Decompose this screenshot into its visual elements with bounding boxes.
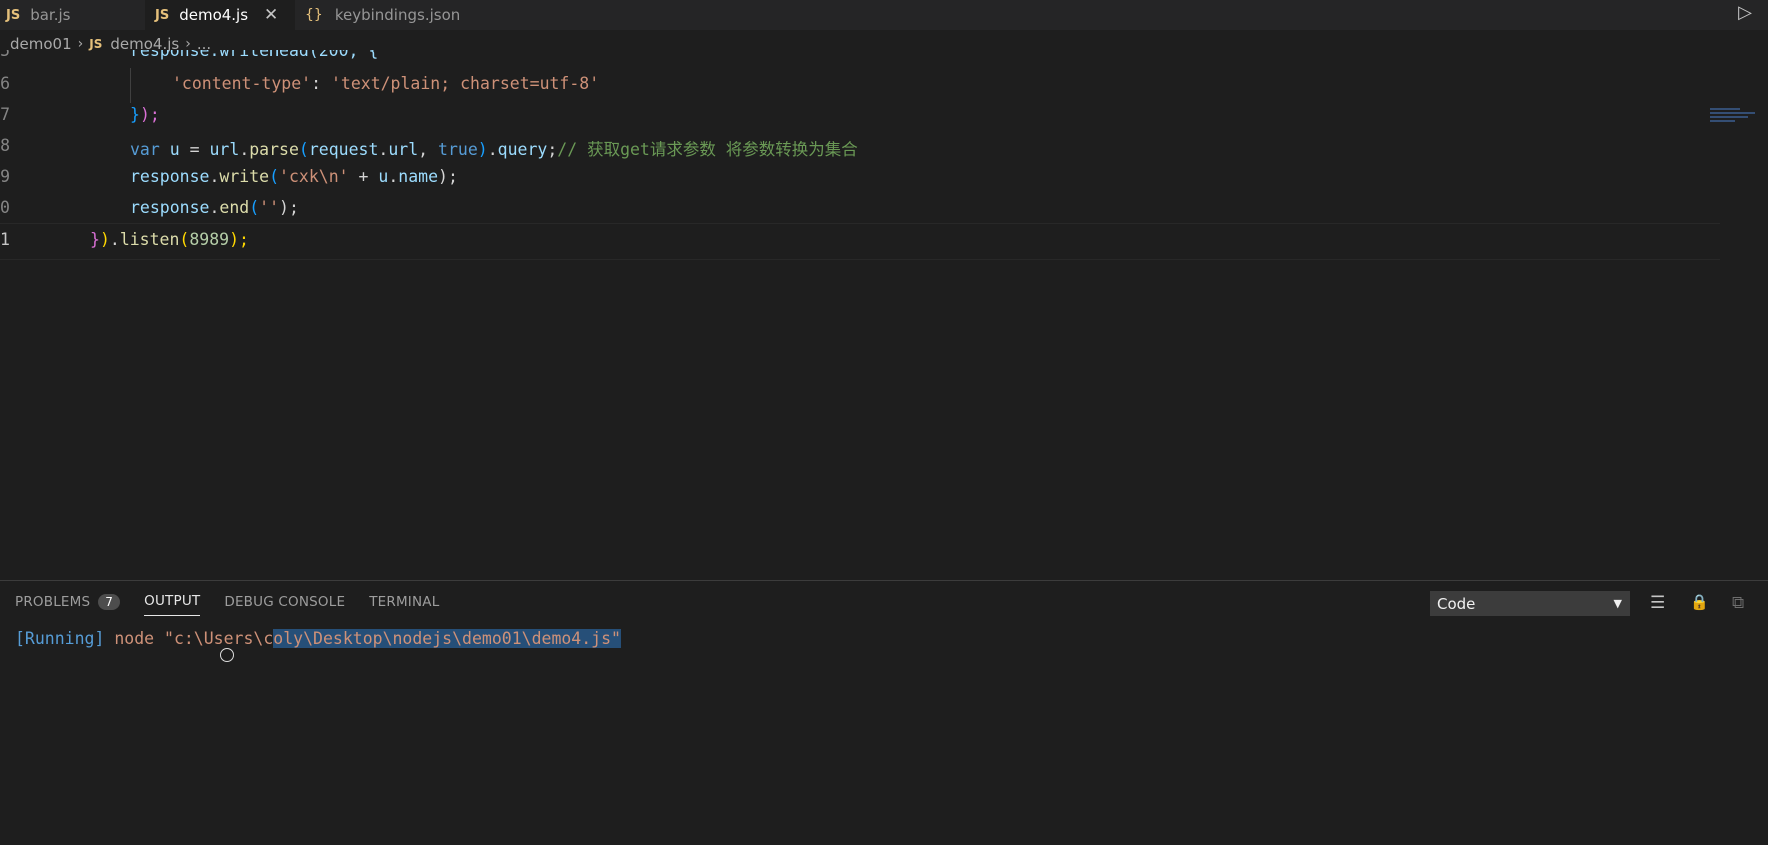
line-number: 9	[0, 167, 10, 186]
output-channel-select[interactable]: Code ▼	[1430, 591, 1630, 616]
code-line: 10 response.end('');	[0, 192, 1720, 227]
tab-label: PROBLEMS	[15, 593, 91, 610]
code-token: );	[139, 105, 160, 124]
code-token: 'text/plain; charset=utf-8'	[330, 74, 600, 93]
run-icon[interactable]: ▷	[1738, 2, 1752, 23]
code-token: .	[109, 230, 120, 249]
code-token: url	[388, 140, 419, 159]
code-token: .	[209, 198, 220, 217]
tab-keybindings-json[interactable]: {} keybindings.json	[303, 0, 485, 30]
tab-terminal[interactable]: TERMINAL	[369, 594, 439, 616]
code-token: .	[487, 140, 498, 159]
code-token: )	[477, 140, 488, 159]
code-token: end	[219, 198, 250, 217]
panel-tabs: PROBLEMS 7 OUTPUT DEBUG CONSOLE TERMINAL	[15, 593, 463, 616]
close-icon[interactable]: ✕	[264, 5, 278, 25]
code-token: u	[378, 167, 389, 186]
code-line: 6 'content-type': 'text/plain; charset=u…	[0, 68, 1720, 103]
json-file-icon: {}	[305, 7, 323, 23]
code-token: (	[249, 198, 260, 217]
output-channel-value: Code	[1437, 594, 1476, 613]
code-token: .	[388, 167, 399, 186]
code-token: 'cxk\n'	[279, 167, 349, 186]
tab-demo4-js[interactable]: JS demo4.js ✕	[145, 0, 295, 30]
code-token: var	[130, 140, 160, 159]
code-token: query	[497, 140, 548, 159]
tab-label: keybindings.json	[334, 6, 461, 24]
lock-icon[interactable]: 🔒	[1690, 593, 1709, 611]
tab-label: bar.js	[30, 6, 71, 24]
code-token: ,	[418, 140, 439, 159]
code-token: parse	[249, 140, 299, 159]
copy-icon[interactable]: ⧉	[1732, 593, 1744, 613]
code-token: listen	[119, 230, 180, 249]
code-line: 8 var u = url.parse(request.url, true).q…	[0, 130, 1720, 165]
code-token: (	[269, 167, 280, 186]
tab-debug-console[interactable]: DEBUG CONSOLE	[224, 594, 345, 616]
code-line: 7 });	[0, 99, 1720, 134]
code-editor[interactable]: 5 response.writeHead(200, { 6 'content-t…	[0, 50, 1768, 580]
js-file-icon: JS	[6, 7, 21, 23]
code-token: }	[90, 230, 100, 249]
code-token: =	[189, 140, 210, 159]
code-token: +	[348, 167, 379, 186]
js-file-icon: JS	[89, 37, 103, 51]
tab-label: demo4.js	[179, 6, 249, 24]
code-token: name	[398, 167, 439, 186]
line-number: 5	[0, 50, 10, 60]
line-number: 6	[0, 74, 10, 93]
code-token: response	[130, 198, 210, 217]
code-line: 5 response.writeHead(200, {	[0, 50, 1720, 70]
code-token: .	[209, 167, 220, 186]
line-number: 11	[0, 230, 10, 249]
line-number: 10	[0, 198, 10, 217]
code-token: );	[279, 198, 299, 217]
code-token: .	[378, 140, 389, 159]
code-token: ''	[259, 198, 280, 217]
code-text: response.writeHead(200, {	[130, 50, 379, 60]
tab-problems[interactable]: PROBLEMS 7	[15, 593, 121, 616]
running-label: [Running]	[15, 629, 105, 648]
code-token: response	[130, 167, 210, 186]
js-file-icon: JS	[155, 7, 170, 23]
code-token: )	[99, 230, 110, 249]
line-number: 7	[0, 105, 10, 124]
tab-bar: JS bar.js JS demo4.js ✕ {} keybindings.j…	[0, 0, 1768, 30]
minimap[interactable]	[1710, 108, 1760, 132]
problems-count-badge: 7	[98, 593, 121, 610]
code-token: :	[311, 74, 331, 93]
code-line-current: 11 }).listen(8989);	[0, 223, 1720, 260]
code-token: url	[209, 140, 240, 159]
line-number: 8	[0, 136, 10, 155]
indent-guide	[130, 68, 131, 103]
bottom-panel: PROBLEMS 7 OUTPUT DEBUG CONSOLE TERMINAL …	[0, 580, 1768, 845]
code-token: .	[239, 140, 250, 159]
clear-output-icon[interactable]: ☰	[1650, 593, 1665, 613]
code-token: }	[130, 105, 140, 124]
tab-bar-js[interactable]: JS bar.js	[0, 0, 133, 30]
code-token: ;	[547, 140, 558, 159]
code-token: 8989	[189, 230, 230, 249]
code-token: (	[298, 140, 309, 159]
code-token: u	[159, 140, 190, 159]
chevron-down-icon: ▼	[1613, 597, 1622, 610]
code-token: 'content-type'	[172, 74, 312, 93]
code-token: true	[438, 140, 478, 159]
code-line: 9 response.write('cxk\n' + u.name);	[0, 161, 1720, 196]
output-text: node "c:\Users\c	[104, 629, 274, 648]
output-selection: oly\Desktop\nodejs\demo01\demo4.js"	[273, 629, 621, 648]
mouse-cursor-icon	[220, 648, 234, 662]
code-token: (	[179, 230, 190, 249]
code-token: write	[219, 167, 270, 186]
code-comment: // 获取get请求参数 将参数转换为集合	[557, 140, 858, 159]
code-token: );	[438, 167, 458, 186]
output-log[interactable]: [Running] node "c:\Users\coly\Desktop\no…	[15, 629, 621, 648]
code-token: );	[229, 230, 249, 249]
tab-output[interactable]: OUTPUT	[144, 593, 201, 616]
code-token: request	[308, 140, 379, 159]
